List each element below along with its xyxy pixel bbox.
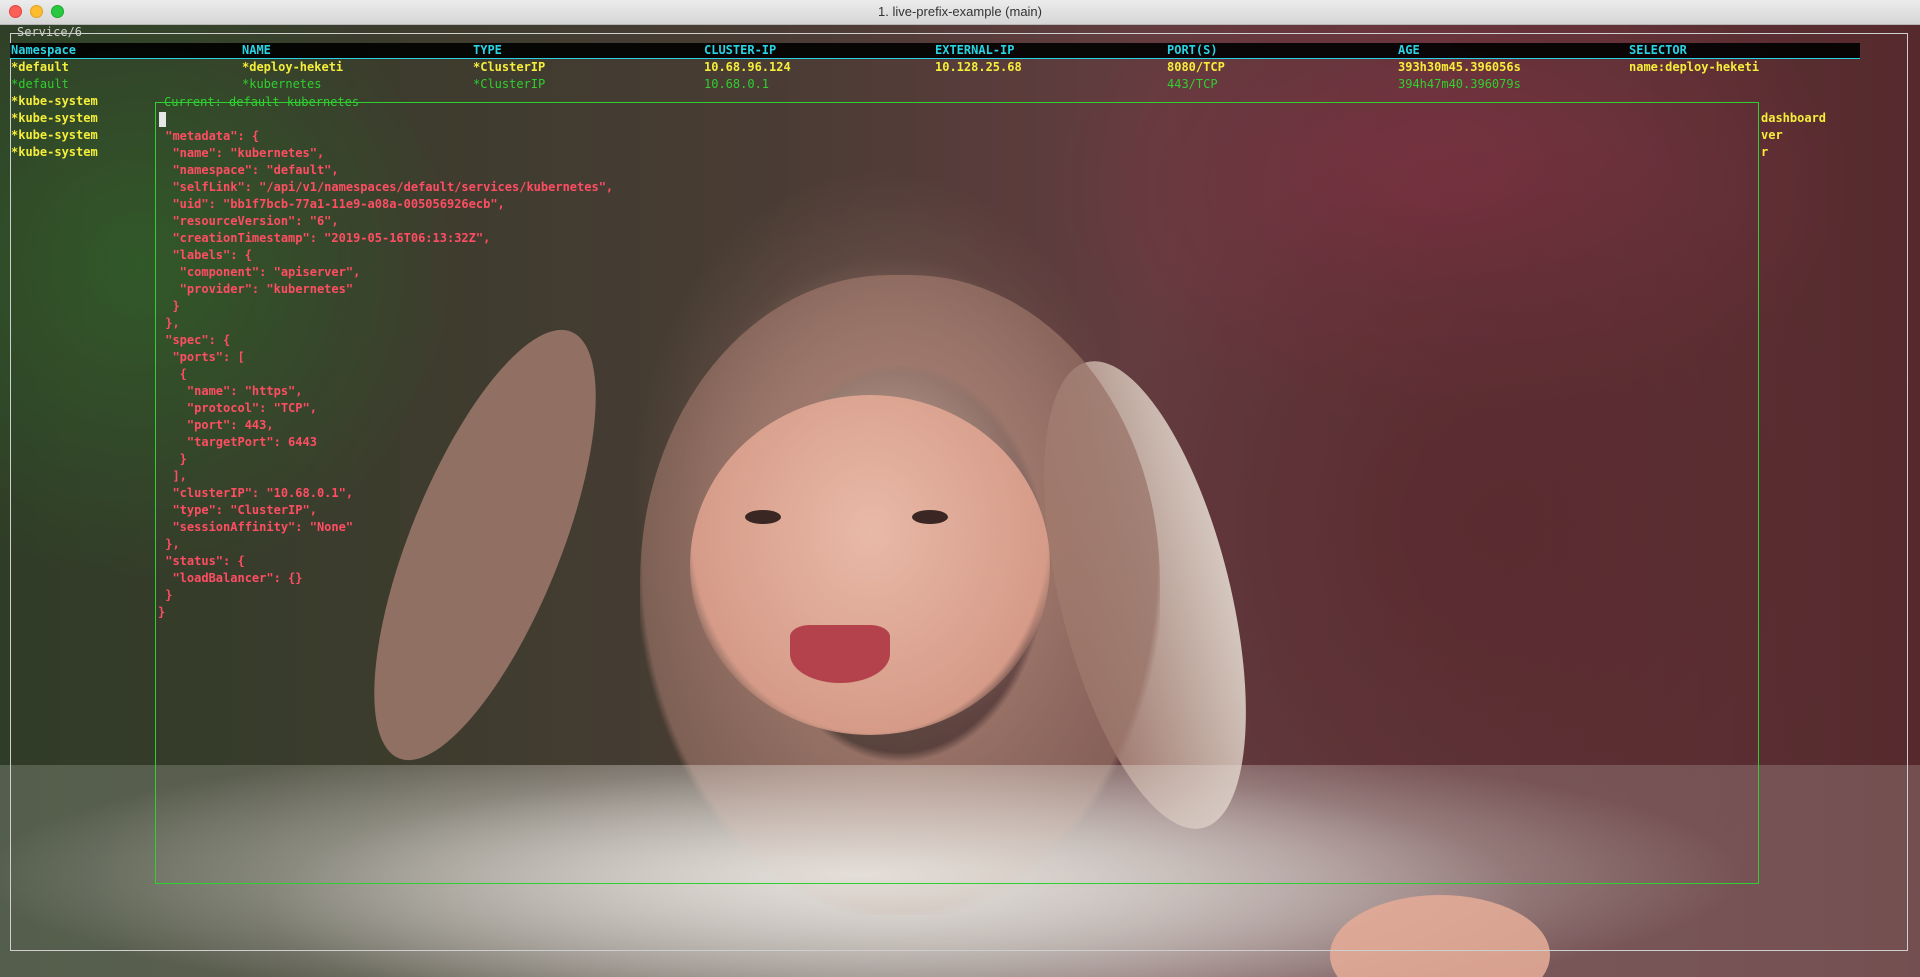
selected-row-ports[interactable]: 443/TCP <box>1167 77 1218 92</box>
service-list-title: Service/6 <box>17 25 83 39</box>
table-row-selector[interactable]: r <box>1761 145 1768 160</box>
column-header-external-ip[interactable]: EXTERNAL-IP <box>935 43 1014 58</box>
table-row-age[interactable]: 393h30m45.396056s <box>1398 60 1521 75</box>
selected-row-name[interactable]: *kubernetes <box>242 77 321 92</box>
table-row-namespace[interactable]: *kube-system <box>11 94 98 109</box>
table-row-namespace[interactable]: *kube-system <box>11 111 98 126</box>
table-row-namespace[interactable]: *default <box>11 60 69 75</box>
table-row-external-ip[interactable]: 10.128.25.68 <box>935 60 1022 75</box>
column-header-name[interactable]: NAME <box>242 43 271 58</box>
column-header-ports[interactable]: PORT(S) <box>1167 43 1218 58</box>
selected-row-type[interactable]: *ClusterIP <box>473 77 545 92</box>
table-row-namespace[interactable]: *kube-system <box>11 145 98 160</box>
column-header-namespace[interactable]: Namespace <box>11 43 76 58</box>
selected-row-age[interactable]: 394h47m40.396079s <box>1398 77 1521 92</box>
text-cursor <box>159 112 166 127</box>
table-row-selector[interactable]: name:deploy-heketi <box>1629 60 1759 75</box>
title-bar: 1. live-prefix-example (main) <box>0 0 1920 25</box>
terminal-pane[interactable]: Service/6 Namespace NAME TYPE CLUSTER-IP… <box>0 25 1920 977</box>
selected-row-namespace[interactable]: *default <box>11 77 69 92</box>
column-header-type[interactable]: TYPE <box>473 43 502 58</box>
selected-row-cluster-ip[interactable]: 10.68.0.1 <box>704 77 769 92</box>
table-row-ports[interactable]: 8080/TCP <box>1167 60 1225 75</box>
table-row-namespace[interactable]: *kube-system <box>11 128 98 143</box>
table-row-selector[interactable]: ver <box>1761 128 1783 143</box>
service-json-text[interactable]: { "metadata": { "name": "kubernetes", "n… <box>158 111 613 621</box>
window-title: 1. live-prefix-example (main) <box>878 4 1042 19</box>
column-header-selector[interactable]: SELECTOR <box>1629 43 1687 58</box>
column-header-cluster-ip[interactable]: CLUSTER-IP <box>704 43 776 58</box>
service-detail-title: Current: default kubernetes <box>164 95 360 109</box>
table-row-cluster-ip[interactable]: 10.68.96.124 <box>704 60 791 75</box>
table-row-selector[interactable]: dashboard <box>1761 111 1826 126</box>
table-row-type[interactable]: *ClusterIP <box>473 60 545 75</box>
column-header-age[interactable]: AGE <box>1398 43 1420 58</box>
table-row-name[interactable]: *deploy-heketi <box>242 60 343 75</box>
